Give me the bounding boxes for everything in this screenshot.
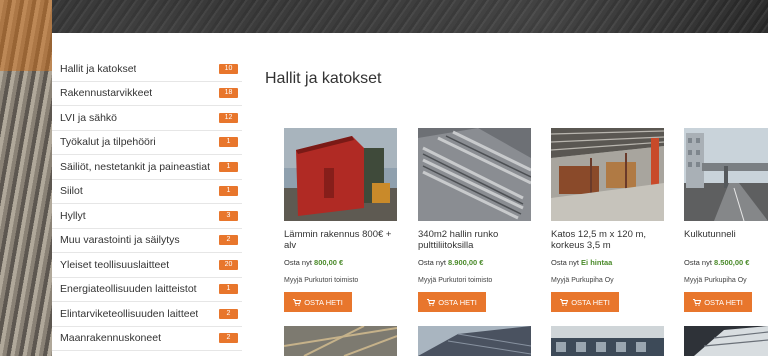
seller-info[interactable]: Myyjä Purkutori toimisto	[284, 277, 401, 284]
sidebar-item-label: Rakennustarvikkeet	[60, 87, 153, 100]
sidebar-item-label: Maanrakennuskoneet	[60, 332, 161, 345]
product-price: Osta nyt 800,00 €	[284, 258, 401, 267]
sidebar-item-tyokalut[interactable]: Työkalut ja tilpehööri 1	[52, 131, 242, 155]
sidebar-item-siilot[interactable]: Siilot 1	[52, 180, 242, 204]
seller-info[interactable]: Myyjä Purkupiha Oy	[551, 277, 668, 284]
sidebar-item-maanrakennuskoneet[interactable]: Maanrakennuskoneet 2	[52, 327, 242, 351]
count-badge: 1	[219, 186, 238, 197]
seller-info[interactable]: Myyjä Purkupiha Oy	[684, 277, 768, 284]
count-badge: 1	[219, 161, 238, 172]
sidebar-item-hallit-ja-katokset[interactable]: Hallit ja katokset 10	[52, 57, 242, 82]
buy-now-button[interactable]: OSTA HETI	[551, 292, 619, 312]
count-badge: 20	[219, 259, 238, 270]
sidebar-item-elintarviketeollisuus[interactable]: Elintarviketeollisuuden laitteet 2	[52, 302, 242, 327]
count-badge: 2	[219, 333, 238, 344]
count-badge: 2	[219, 308, 238, 319]
count-badge: 2	[219, 235, 238, 246]
seller-info[interactable]: Myyjä Purkutori toimisto	[418, 277, 535, 284]
product-image[interactable]	[551, 128, 664, 221]
buy-now-button[interactable]: OSTA HETI	[418, 292, 486, 312]
sidebar-item-label: Hyllyt	[60, 209, 86, 222]
price-prefix: Osta nyt	[551, 258, 579, 267]
sidebar-item-label: Säiliöt, nestetankit ja paineastiat	[60, 160, 211, 173]
product-image[interactable]	[284, 128, 397, 221]
sidebar-item-muu-varastointi[interactable]: Muu varastointi ja säilytys 2	[52, 229, 242, 253]
product-name[interactable]: Lämmin rakennus 800€ + alv	[284, 229, 401, 253]
product-name[interactable]: Katos 12,5 m x 120 m, korkeus 3,5 m	[551, 229, 668, 253]
product-price: Osta nyt 8.900,00 €	[418, 258, 535, 267]
cart-icon	[427, 298, 436, 306]
sidebar-item-label: Muu varastointi ja säilytys	[60, 234, 180, 247]
product-image[interactable]	[684, 326, 768, 356]
count-badge: 1	[219, 284, 238, 295]
sidebar-item-label: Elintarviketeollisuuden laitteet	[60, 307, 199, 320]
price-amount: 8.500,00 €	[714, 258, 750, 267]
product-image[interactable]	[418, 326, 531, 356]
count-badge: 3	[219, 210, 238, 221]
buy-now-label: OSTA HETI	[704, 297, 743, 307]
sidebar-item-label: Hallit ja katokset	[60, 62, 137, 75]
background-decoration	[0, 0, 52, 356]
sidebar-item-label: Työkalut ja tilpehööri	[60, 136, 156, 149]
count-badge: 10	[219, 63, 238, 74]
sidebar-item-yleiset-teollisuuslaitteet[interactable]: Yleiset teollisuuslaitteet 20	[52, 253, 242, 278]
price-amount: 8.900,00 €	[448, 258, 484, 267]
price-amount: Ei hintaa	[581, 258, 613, 267]
buy-now-button[interactable]: OSTA HETI	[684, 292, 752, 312]
sidebar-item-sailiot[interactable]: Säiliöt, nestetankit ja paineastiat 1	[52, 155, 242, 180]
product-image[interactable]	[418, 128, 531, 221]
buy-now-button[interactable]: OSTA HETI	[284, 292, 352, 312]
cart-icon	[693, 298, 702, 306]
buy-now-label: OSTA HETI	[438, 297, 477, 307]
sidebar-item-energiateollisuus[interactable]: Energiateollisuuden laitteistot 1	[52, 278, 242, 302]
sidebar-item-lvi-ja-sahko[interactable]: LVI ja sähkö 12	[52, 106, 242, 131]
product-price: Osta nyt Ei hintaa	[551, 258, 668, 267]
sidebar-item-label: Yleiset teollisuuslaitteet	[60, 258, 170, 271]
page-title: Hallit ja katokset	[265, 70, 382, 87]
category-sidebar: Hallit ja katokset 10 Rakennustarvikkeet…	[52, 57, 242, 351]
product-card: Lämmin rakennus 800€ + alv Osta nyt 800,…	[284, 128, 401, 312]
product-image[interactable]	[551, 326, 664, 356]
product-image[interactable]	[684, 128, 768, 221]
count-badge: 18	[219, 88, 238, 99]
buy-now-label: OSTA HETI	[571, 297, 610, 307]
sidebar-item-label: Siilot	[60, 185, 83, 198]
product-card: Katos 12,5 m x 120 m, korkeus 3,5 m Osta…	[551, 128, 668, 312]
sidebar-item-hyllyt[interactable]: Hyllyt 3	[52, 204, 242, 229]
price-amount: 800,00 €	[314, 258, 344, 267]
price-prefix: Osta nyt	[418, 258, 446, 267]
product-card: 340m2 hallin runko pulttiliitoksilla Ost…	[418, 128, 535, 312]
sidebar-item-rakennustarvikkeet[interactable]: Rakennustarvikkeet 18	[52, 82, 242, 106]
product-name[interactable]: 340m2 hallin runko pulttiliitoksilla	[418, 229, 535, 253]
price-prefix: Osta nyt	[684, 258, 712, 267]
product-image[interactable]	[284, 326, 397, 356]
buy-now-label: OSTA HETI	[304, 297, 343, 307]
price-prefix: Osta nyt	[284, 258, 312, 267]
sidebar-item-label: LVI ja sähkö	[60, 111, 118, 124]
sidebar-item-label: Energiateollisuuden laitteistot	[60, 283, 197, 296]
cart-icon	[293, 298, 302, 306]
product-price: Osta nyt 8.500,00 €	[684, 258, 768, 267]
product-card: Kulkutunneli Osta nyt 8.500,00 € Myyjä P…	[684, 128, 768, 312]
cart-icon	[560, 298, 569, 306]
count-badge: 1	[219, 137, 238, 148]
product-name[interactable]: Kulkutunneli	[684, 229, 768, 253]
count-badge: 12	[219, 112, 238, 123]
